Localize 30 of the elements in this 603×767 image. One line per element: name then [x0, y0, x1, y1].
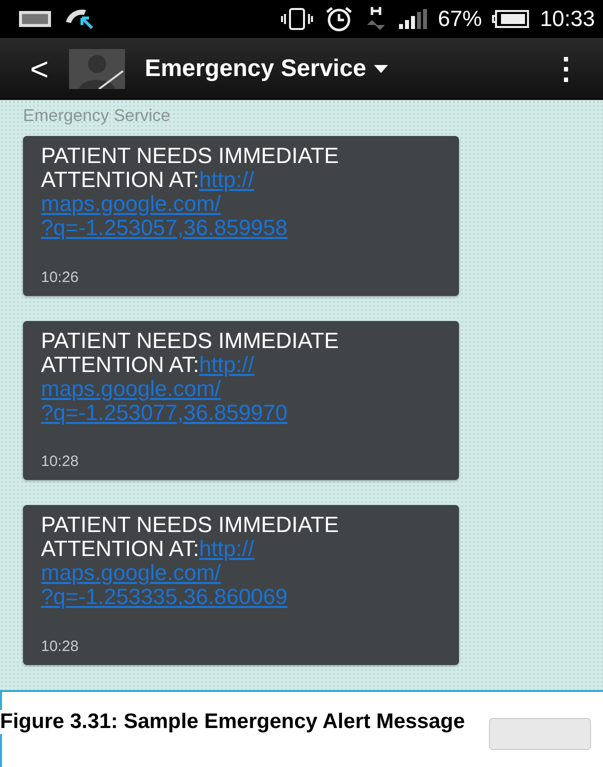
map-link[interactable]: maps.google.com/ — [41, 376, 221, 401]
caret-icon — [374, 65, 388, 73]
map-link[interactable]: maps.google.com/ — [41, 560, 221, 586]
map-link[interactable]: http:// — [199, 352, 254, 377]
message-text: PATIENT NEEDS IMMEDIATE ATTENTION AT:http:// maps.google.com/ ?q=-1.253077,36.859970 — [41, 328, 340, 425]
image-icon — [18, 9, 52, 29]
battery-percentage: 67% — [438, 6, 482, 32]
figure-caption: Figure 3.31: Sample Emergency Alert Message — [0, 710, 465, 734]
back-button[interactable]: < — [30, 50, 49, 88]
map-link[interactable]: ?q=-1.253335,36.860069 — [41, 584, 288, 610]
message-time: 10:28 — [41, 638, 80, 656]
contact-dropdown[interactable]: Emergency Service — [144, 55, 388, 83]
map-link[interactable]: ?q=-1.253057,36.859958 — [41, 215, 288, 240]
map-link[interactable]: ?q=-1.253077,36.859970 — [41, 400, 288, 425]
message-text: PATIENT NEEDS IMMEDIATE ATTENTION AT:http:// maps.google.com/ ?q=-1.253057,36.859958 — [41, 144, 340, 240]
menu-button[interactable]: ⋮ — [543, 51, 589, 87]
send-button[interactable] — [489, 718, 591, 750]
signal-icon — [398, 8, 428, 30]
clock: 10:33 — [540, 6, 595, 32]
map-link[interactable]: http:// — [199, 536, 254, 562]
map-link[interactable]: maps.google.com/ — [41, 191, 221, 216]
alarm-icon — [324, 6, 354, 32]
sender-name: Emergency Service — [23, 106, 172, 126]
message-text: PATIENT NEEDS IMMEDIATE ATTENTION AT:http:// maps.google.com/ ?q=-1.253335,36.860069 — [41, 513, 340, 610]
vibrate-icon — [280, 8, 314, 30]
message-time: 10:26 — [41, 268, 80, 286]
message-time: 10:28 — [41, 453, 80, 470]
avatar-icon — [68, 49, 125, 89]
map-link[interactable]: http:// — [199, 167, 254, 192]
battery-icon — [492, 9, 530, 29]
